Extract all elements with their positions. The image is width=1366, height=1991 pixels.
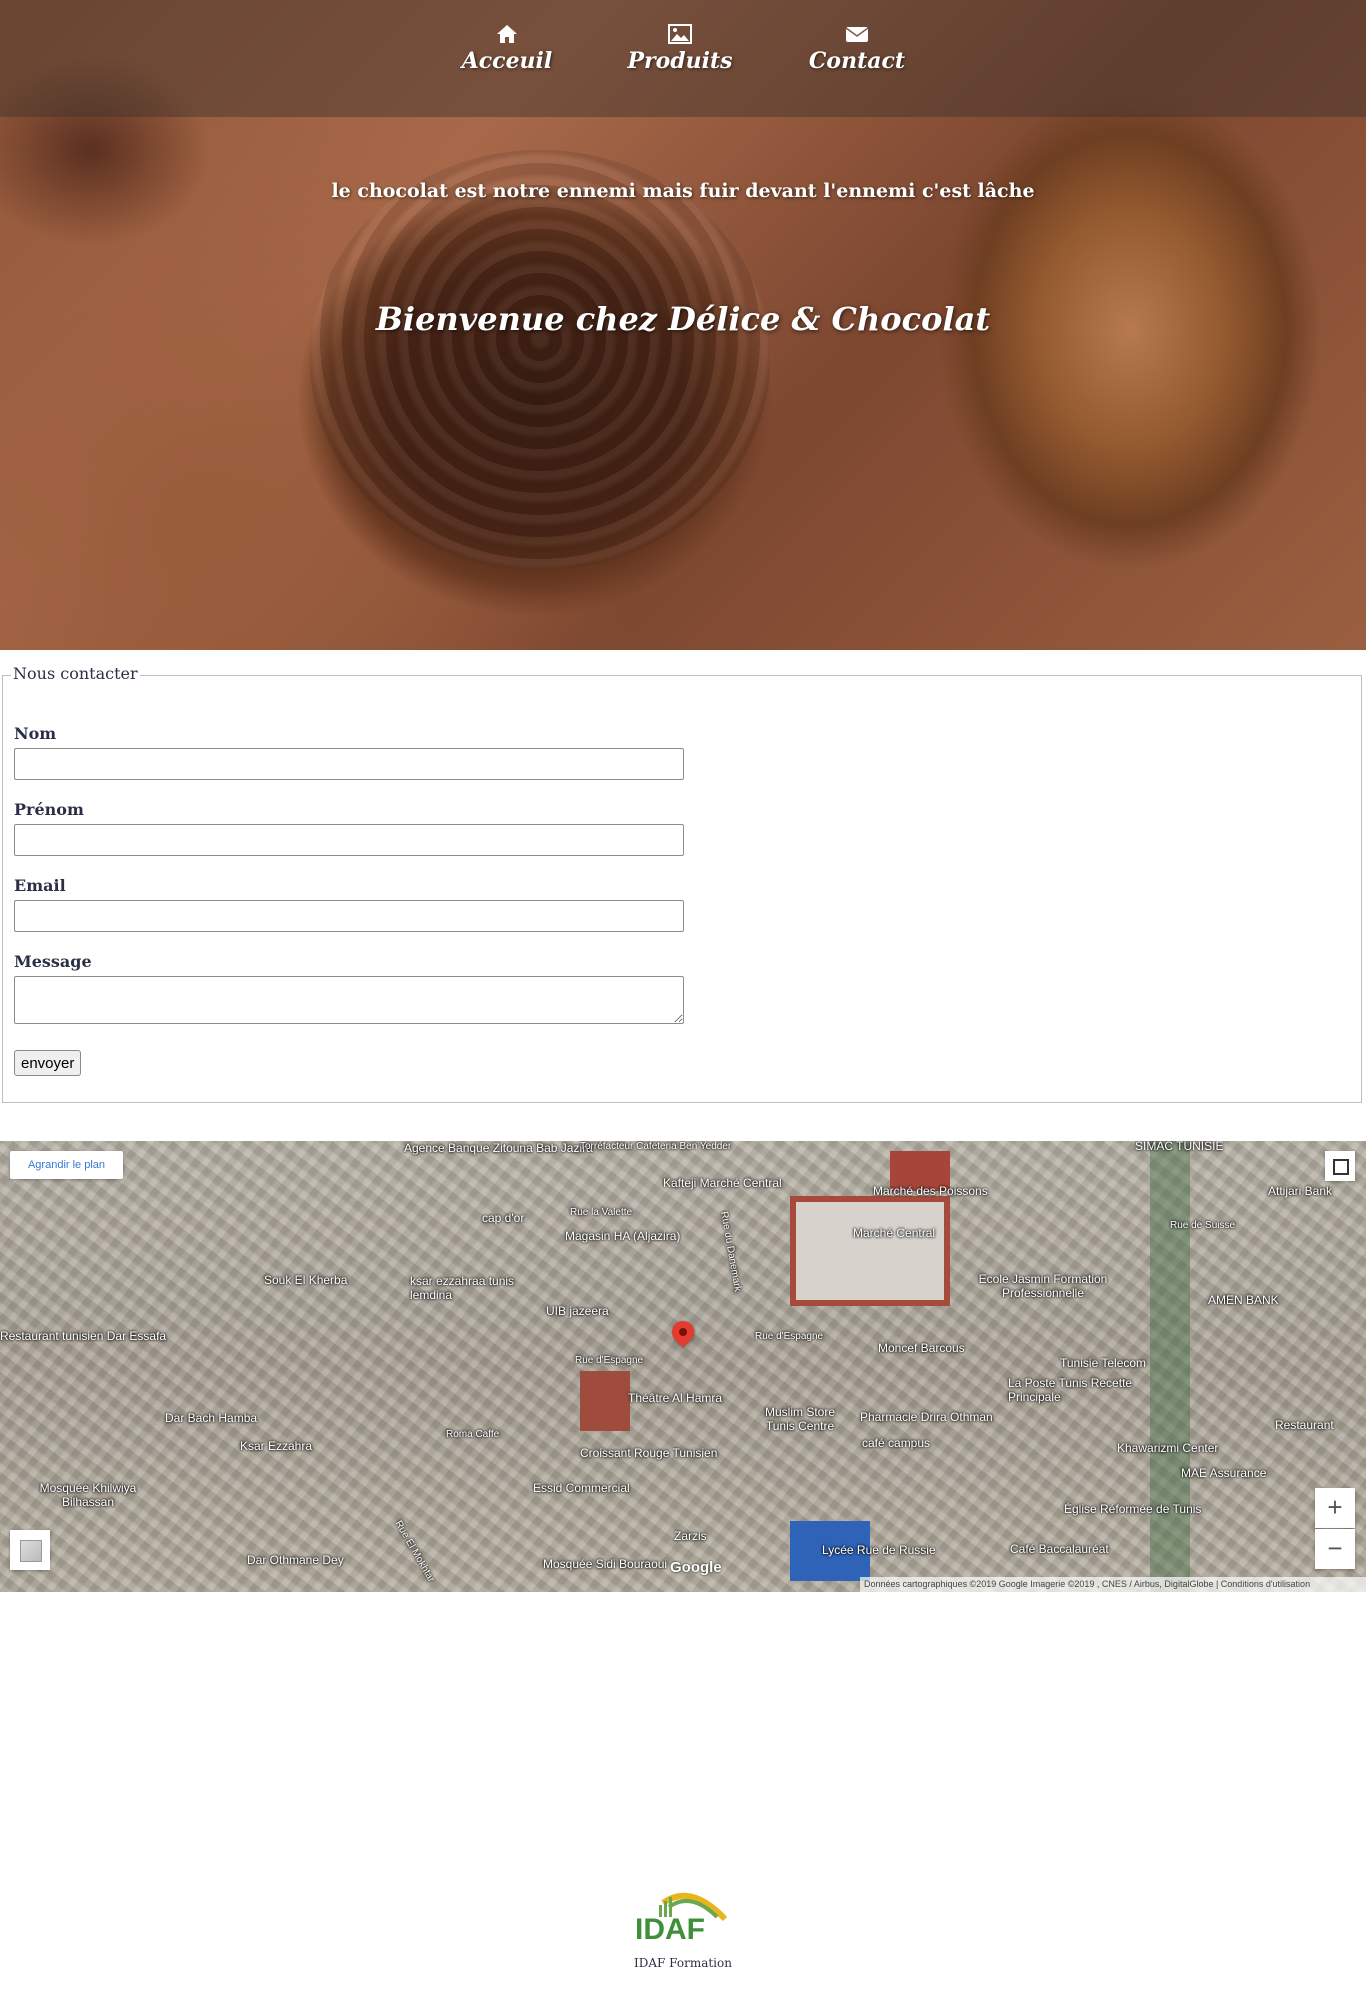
map-place-label[interactable]: Rue El Mokhtar [392,1519,436,1584]
map-place-label[interactable]: Église Réformée de Tunis [1064,1502,1201,1516]
footer-caption: IDAF Formation [634,1956,732,1970]
map-place-label[interactable]: MAE Assurance [1181,1466,1266,1480]
form-legend: Nous contacter [11,664,140,683]
map-place-label[interactable]: SIMAC TUNISIE [1135,1141,1223,1153]
nav-item-produits[interactable]: Produits [620,24,740,74]
map-place-label[interactable]: Tunisie Telecom [1060,1356,1146,1370]
map-place-label[interactable]: Moncef Barcous [878,1341,965,1355]
message-textarea[interactable] [14,976,684,1024]
email-label: Email [14,876,66,895]
map-market-building [790,1196,950,1306]
hero-banner: Acceuil Produits Contact le chocolat est… [0,0,1366,650]
map-place-label[interactable]: Dar Othmane Dey [247,1553,344,1567]
map-place-label[interactable]: Ksar Ezzahra [240,1439,312,1453]
map-place-label[interactable]: café campus [862,1436,930,1450]
map-type-toggle[interactable] [10,1530,50,1570]
map-place-label[interactable]: Attijari Bank [1268,1184,1332,1198]
hero-welcome-title: Bienvenue chez Délice & Chocolat [375,300,991,338]
map-place-label[interactable]: Essid Commercial [533,1481,630,1495]
map-place-label[interactable]: Lycée Rue de Russie [822,1543,936,1557]
email-input[interactable] [14,900,684,932]
nom-input[interactable] [14,748,684,780]
prenom-input[interactable] [14,824,684,856]
map-place-label[interactable]: UIB jazeera [546,1304,609,1318]
map-place-label[interactable]: AMEN BANK [1208,1293,1279,1307]
location-pin-icon[interactable] [667,1316,699,1348]
image-icon [668,24,692,44]
map-place-label[interactable]: Torréfacteur Cafeteria Ben Yedder [580,1141,731,1152]
map-place-label[interactable]: Café Baccalauréat [1010,1542,1109,1556]
main-nav: Acceuil Produits Contact [0,24,1366,94]
nav-label-contact: Contact [808,48,906,74]
map-place-label[interactable]: Rue d'Espagne [575,1355,643,1366]
map-place-label[interactable]: Croissant Rouge Tunisien [580,1446,717,1460]
chocolate-swirl-image [310,150,770,570]
map-place-label[interactable]: Rue la Valette [570,1207,632,1218]
hero-tagline: le chocolat est notre ennemi mais fuir d… [331,180,1035,202]
send-button[interactable]: envoyer [14,1050,82,1076]
map-place-label[interactable]: Restaurant [1275,1418,1334,1432]
zoom-out-button[interactable]: − [1315,1529,1355,1569]
nav-item-contact[interactable]: Contact [797,24,917,74]
map-place-label[interactable]: Agence Banque Zitouna Bab Jazira [404,1141,593,1155]
google-logo: Google [670,1559,722,1576]
map-place-label[interactable]: Rue du Danemark [718,1211,743,1293]
map-place-label[interactable]: Kafteji Marché Central [663,1176,782,1190]
envelope-icon [845,27,869,42]
nav-label-acceuil: Acceuil [461,48,553,74]
zoom-in-button[interactable]: + [1315,1488,1355,1528]
google-map[interactable]: Agence Banque Zitouna Bab Jazira Torréfa… [0,1141,1366,1592]
nav-label-produits: Produits [627,48,733,74]
map-place-label[interactable]: Marché des Poissons [873,1184,988,1198]
map-place-label[interactable]: Zarzis [674,1529,707,1543]
map-place-label[interactable]: Mosquée Khilwiya Bilhassan [28,1481,148,1509]
nom-label: Nom [14,724,57,743]
home-icon [497,25,517,43]
map-place-label[interactable]: Magasin HA (Aljazira) [565,1229,680,1243]
map-place-label[interactable]: La Poste Tunis Recette Principale [1008,1376,1138,1404]
map-roof [580,1371,630,1431]
map-place-label[interactable]: ksar ezzahraa tunis lemdina [410,1274,520,1302]
map-place-label[interactable]: Marché Central [853,1226,935,1240]
fullscreen-icon[interactable] [1325,1151,1355,1181]
prenom-label: Prénom [14,800,84,819]
map-place-label[interactable]: Rue d'Espagne [755,1331,823,1342]
map-place-label[interactable]: Théâtre Al Hamra [628,1391,722,1405]
contact-form: Nous contacter Nom Prénom Email Message … [2,664,1362,1103]
message-label: Message [14,952,92,971]
map-place-label[interactable]: Muslim Store Tunis Centre [755,1405,845,1433]
nav-item-acceuil[interactable]: Acceuil [447,24,567,74]
map-place-label[interactable]: Pharmacie Drira Othman [860,1410,993,1424]
map-place-label[interactable]: Ecole Jasmin Formation Professionnelle [958,1272,1128,1300]
map-place-label[interactable]: Souk El Kherba [264,1273,347,1287]
map-place-label[interactable]: Mosquée Sidi Bouraoui [543,1557,667,1571]
map-place-label[interactable]: Khawarizmi Center [1117,1441,1218,1455]
map-place-label[interactable]: Restaurant tunisien Dar Essafa [0,1329,166,1343]
enlarge-map-button[interactable]: Agrandir le plan [10,1151,123,1179]
map-place-label[interactable]: Roma Caffe [446,1429,499,1440]
idaf-logo: IDAF [635,1892,728,1945]
map-park-strip [1150,1141,1190,1592]
map-place-label[interactable]: cap d'or [482,1211,524,1225]
idaf-logo-text: IDAF [635,1913,705,1945]
map-place-label[interactable]: Dar Bach Hamba [165,1411,257,1425]
map-attribution[interactable]: Données cartographiques ©2019 Google Ima… [860,1577,1366,1592]
map-place-label[interactable]: Rue de Suisse [1170,1220,1235,1231]
